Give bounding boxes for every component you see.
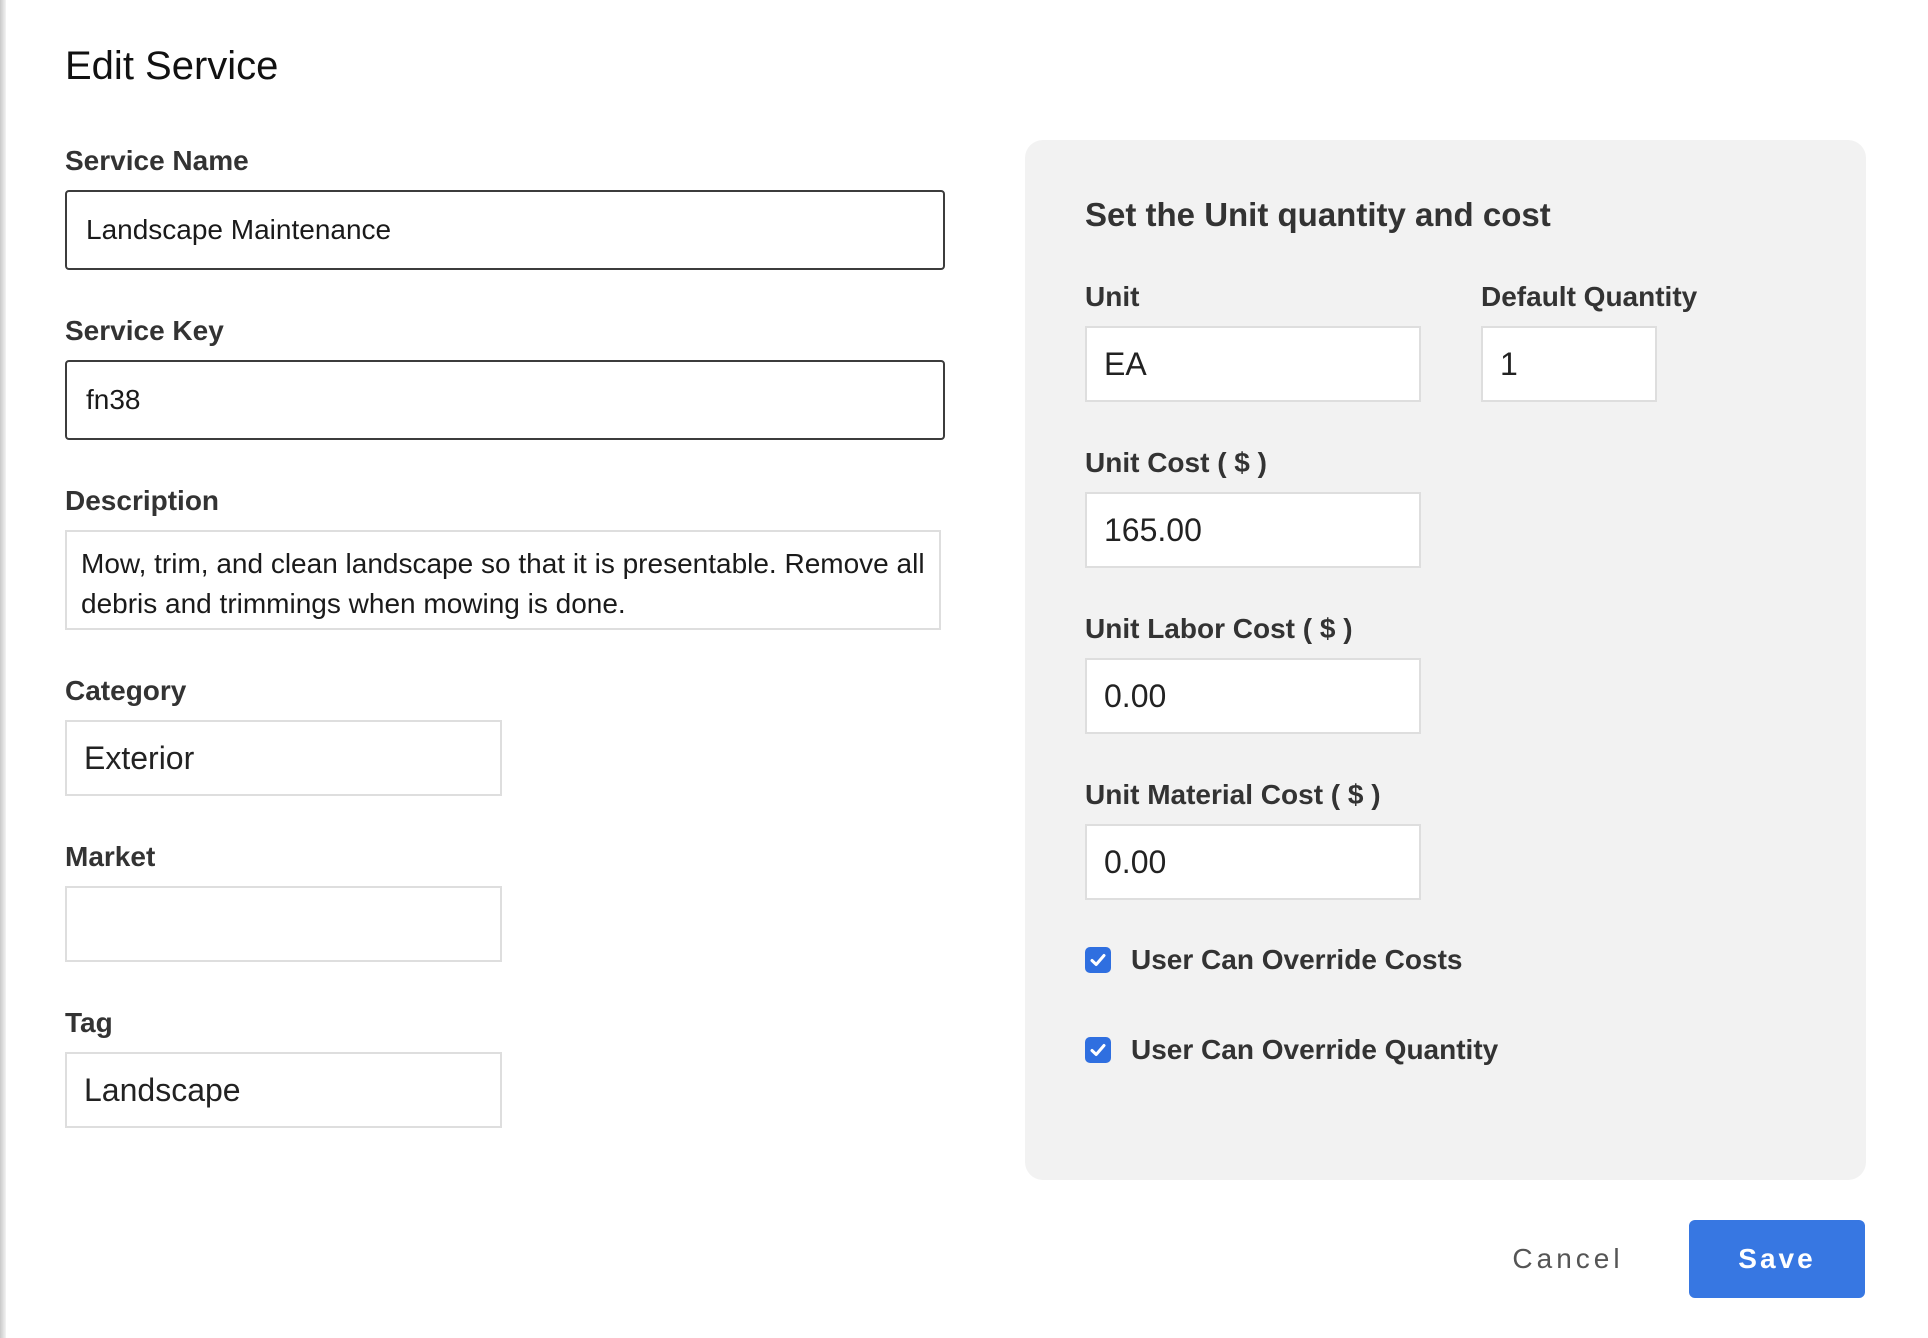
checkmark-icon xyxy=(1090,1044,1106,1056)
cancel-button[interactable]: Cancel xyxy=(1485,1220,1651,1298)
category-label: Category xyxy=(65,675,187,706)
unit-labor-cost-label: Unit Labor Cost ( $ ) xyxy=(1085,613,1353,644)
service-key-label: Service Key xyxy=(65,315,224,346)
tag-input[interactable]: Landscape xyxy=(65,1052,502,1128)
override-quantity-label: User Can Override Quantity xyxy=(1131,1034,1499,1065)
override-quantity-row[interactable]: User Can Override Quantity xyxy=(1085,1034,1498,1066)
unit-panel-heading: Set the Unit quantity and cost xyxy=(1085,196,1551,233)
service-key-input[interactable]: fn38 xyxy=(65,360,945,440)
service-name-input[interactable]: Landscape Maintenance xyxy=(65,190,945,270)
unit-labor-cost-input[interactable]: 0.00 xyxy=(1085,658,1421,734)
unit-cost-input[interactable]: 165.00 xyxy=(1085,492,1421,568)
description-textarea[interactable]: Mow, trim, and clean landscape so that i… xyxy=(65,530,941,630)
unit-cost-label: Unit Cost ( $ ) xyxy=(1085,447,1267,478)
description-label: Description xyxy=(65,485,220,516)
market-input[interactable] xyxy=(65,886,502,962)
save-button[interactable]: Save xyxy=(1689,1220,1865,1298)
tag-label: Tag xyxy=(65,1007,113,1038)
unit-material-cost-input[interactable]: 0.00 xyxy=(1085,824,1421,900)
checkmark-icon xyxy=(1090,954,1106,966)
override-costs-checkbox[interactable] xyxy=(1085,947,1111,973)
unit-label: Unit xyxy=(1085,281,1140,312)
edit-service-dialog: Edit Service Service Name Landscape Main… xyxy=(0,0,1928,1338)
market-label: Market xyxy=(65,841,156,872)
dialog-left-edge xyxy=(0,0,6,1338)
default-quantity-label: Default Quantity xyxy=(1481,281,1698,312)
dialog-title: Edit Service xyxy=(65,44,279,88)
unit-input[interactable]: EA xyxy=(1085,326,1421,402)
default-quantity-input[interactable]: 1 xyxy=(1481,326,1657,402)
override-costs-label: User Can Override Costs xyxy=(1131,944,1463,975)
override-costs-row[interactable]: User Can Override Costs xyxy=(1085,944,1462,976)
service-name-label: Service Name xyxy=(65,145,249,176)
override-quantity-checkbox[interactable] xyxy=(1085,1037,1111,1063)
category-input[interactable]: Exterior xyxy=(65,720,502,796)
unit-material-cost-label: Unit Material Cost ( $ ) xyxy=(1085,779,1381,810)
